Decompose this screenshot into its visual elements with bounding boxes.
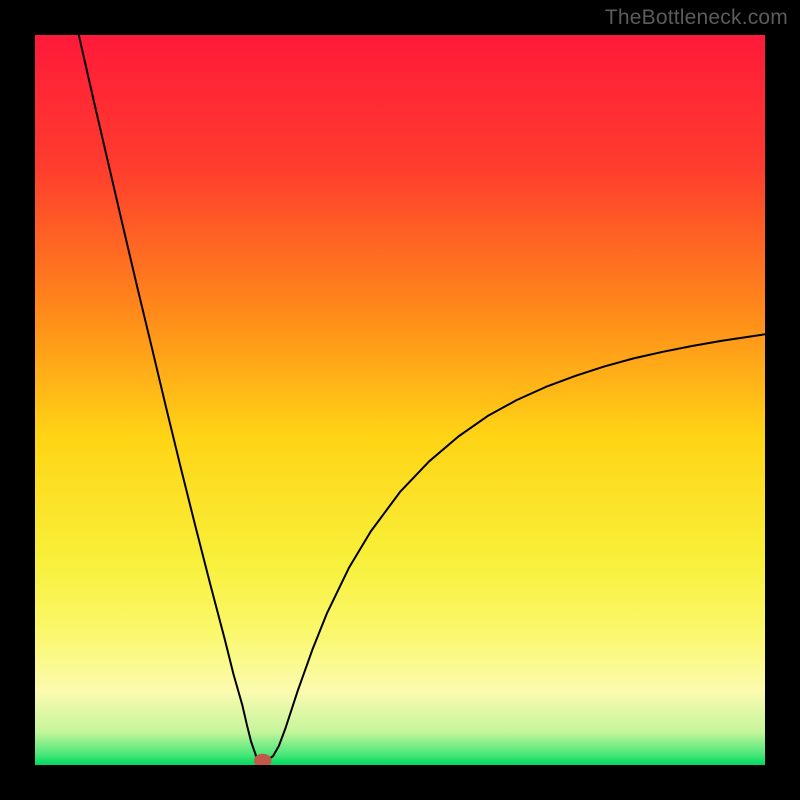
chart-outer-frame: TheBottleneck.com <box>0 0 800 800</box>
chart-svg <box>35 35 765 765</box>
chart-background <box>35 35 765 765</box>
chart-plot-area <box>35 35 765 765</box>
attribution-label: TheBottleneck.com <box>605 6 788 30</box>
